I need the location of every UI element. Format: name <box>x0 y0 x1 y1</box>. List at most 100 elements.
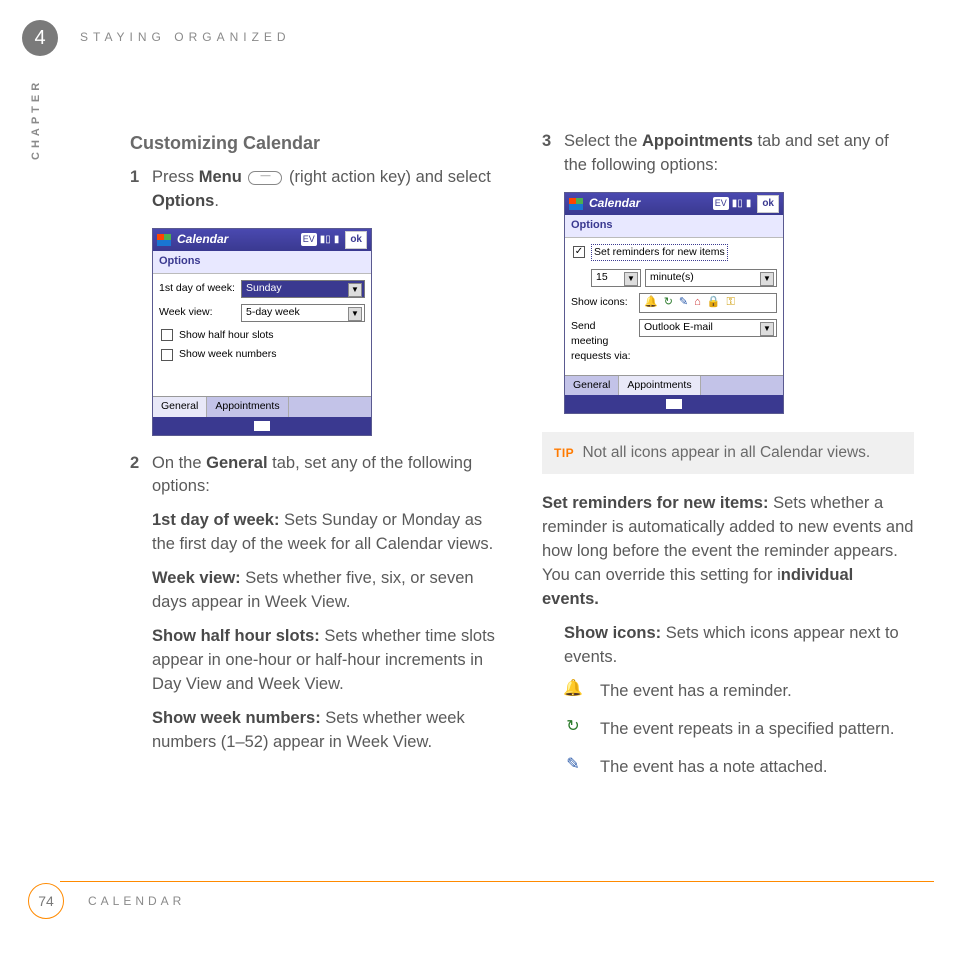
device-footer <box>153 417 371 435</box>
legend-row-repeat: ↻ The event repeats in a specified patte… <box>564 718 914 742</box>
checkbox-icon <box>161 329 173 341</box>
chapter-number-badge: 4 <box>22 20 58 56</box>
row-show-icons: Show icons: 🔔 ↻ ✎ ⌂ 🔒 ⚿ <box>571 293 777 313</box>
check-label: Show week numbers <box>179 347 276 362</box>
check-label: Set reminders for new items <box>591 244 728 261</box>
ev-indicator: EV <box>301 233 317 246</box>
recur-icon: ↻ <box>664 295 673 311</box>
device-titlebar: Calendar EV ▮▯ ▮ ok <box>153 229 371 251</box>
recur-icon: ↻ <box>564 718 582 736</box>
week-view-select[interactable]: 5-day week <box>241 304 365 322</box>
ev-indicator: EV <box>713 197 729 210</box>
send-via-select[interactable]: Outlook E-mail <box>639 319 777 337</box>
text-bold: General <box>206 454 267 472</box>
device-subhead: Options <box>153 251 371 274</box>
reminder-number-select[interactable]: 15 <box>591 269 641 287</box>
reminder-unit-select[interactable]: minute(s) <box>645 269 777 287</box>
text: Select the <box>564 132 642 150</box>
step-body: Select the Appointments tab and set any … <box>564 130 914 178</box>
tab-appointments[interactable]: Appointments <box>619 376 700 395</box>
battery-icon: ▮ <box>334 233 340 248</box>
tab-general[interactable]: General <box>565 376 619 395</box>
device-titlebar: Calendar EV ▮▯ ▮ ok <box>565 193 783 215</box>
tip-label: TIP <box>554 446 574 460</box>
icon-picker[interactable]: 🔔 ↻ ✎ ⌂ 🔒 ⚿ <box>639 293 777 313</box>
page-number-badge: 74 <box>28 883 64 919</box>
option-half-hour: Show half hour slots: Sets whether time … <box>152 625 502 697</box>
keyboard-icon[interactable] <box>666 399 682 409</box>
windows-flag-icon <box>157 234 171 246</box>
windows-flag-icon <box>569 198 583 210</box>
tab-appointments[interactable]: Appointments <box>207 397 288 416</box>
check-half-hour[interactable]: Show half hour slots <box>161 328 365 343</box>
check-week-numbers[interactable]: Show week numbers <box>161 347 365 362</box>
device-status-icons: EV ▮▯ ▮ <box>713 197 752 212</box>
step-3: 3 Select the Appointments tab and set an… <box>542 130 914 178</box>
tip-text: Not all icons appear in all Calendar vie… <box>578 444 870 461</box>
row-week-view: Week view: 5-day week <box>159 304 365 322</box>
text: On the <box>152 454 206 472</box>
step-body: On the General tab, set any of the follo… <box>152 452 502 500</box>
text-bold: Appointments <box>642 132 753 150</box>
tab-general[interactable]: General <box>153 397 207 416</box>
body-label: Set reminders for new items: <box>542 494 768 512</box>
step-body: Press Menu (right action key) and select… <box>152 166 502 214</box>
row-send-requests: Send meeting requests via: Outlook E-mai… <box>571 319 777 365</box>
field-label: Send meeting requests via: <box>571 319 635 365</box>
body-label: Show icons: <box>564 624 661 642</box>
row-reminder-time: 15 minute(s) <box>571 269 777 287</box>
step-2: 2 On the General tab, set any of the fol… <box>130 452 502 500</box>
first-day-select[interactable]: Sunday <box>241 280 365 298</box>
device-tabbar: General Appointments <box>565 375 783 395</box>
text: (right action key) and select <box>284 168 490 186</box>
legend-text: The event has a note attached. <box>600 756 828 780</box>
text: . <box>214 192 219 210</box>
footer-section-label: CALENDAR <box>88 894 185 908</box>
option-label: Week view: <box>152 569 241 587</box>
option-label: 1st day of week: <box>152 511 279 529</box>
check-label: Show half hour slots <box>179 328 274 343</box>
text-bold: Options <box>152 192 214 210</box>
text: Press <box>152 168 199 186</box>
section-heading: Customizing Calendar <box>130 130 502 156</box>
step-number: 2 <box>130 452 152 500</box>
check-set-reminders[interactable]: Set reminders for new items <box>573 244 777 261</box>
content-columns: Customizing Calendar 1 Press Menu (right… <box>130 130 914 864</box>
battery-icon: ▮ <box>746 197 752 212</box>
right-column: 3 Select the Appointments tab and set an… <box>542 130 914 864</box>
ok-button[interactable]: ok <box>345 231 367 250</box>
device-title: Calendar <box>177 231 295 248</box>
text-bold: Menu <box>199 168 242 186</box>
footer-rule <box>60 881 934 882</box>
device-screenshot-appointments: Calendar EV ▮▯ ▮ ok Options Set reminder… <box>564 192 784 414</box>
field-label: Show icons: <box>571 295 635 310</box>
house-icon: ⌂ <box>694 295 701 311</box>
legend-text: The event has a reminder. <box>600 680 792 704</box>
step-number: 3 <box>542 130 564 178</box>
left-column: Customizing Calendar 1 Press Menu (right… <box>130 130 502 864</box>
icon-legend: 🔔 The event has a reminder. ↻ The event … <box>564 680 914 780</box>
body-show-icons: Show icons: Sets which icons appear next… <box>564 622 914 670</box>
option-label: Show half hour slots: <box>152 627 320 645</box>
chapter-subject: STAYING ORGANIZED <box>80 30 291 44</box>
step-1: 1 Press Menu (right action key) and sele… <box>130 166 502 214</box>
lock-icon: 🔒 <box>707 295 721 311</box>
tip-box: TIP Not all icons appear in all Calendar… <box>542 432 914 474</box>
checkbox-icon <box>161 349 173 361</box>
device-status-icons: EV ▮▯ ▮ <box>301 233 340 248</box>
option-week-view: Week view: Sets whether five, six, or se… <box>152 567 502 615</box>
body-set-reminders: Set reminders for new items: Sets whethe… <box>542 492 914 612</box>
bell-icon: 🔔 <box>644 295 658 311</box>
device-body: Set reminders for new items 15 minute(s)… <box>565 238 783 375</box>
menu-key-icon <box>248 171 282 185</box>
chapter-number: 4 <box>34 27 45 50</box>
bell-icon: 🔔 <box>564 680 582 698</box>
device-body: 1st day of week: Sunday Week view: 5-day… <box>153 274 371 396</box>
ok-button[interactable]: ok <box>757 195 779 214</box>
keyboard-icon[interactable] <box>254 421 270 431</box>
step-number: 1 <box>130 166 152 214</box>
legend-row-reminder: 🔔 The event has a reminder. <box>564 680 914 704</box>
option-1st-day: 1st day of week: Sets Sunday or Monday a… <box>152 509 502 557</box>
field-label: 1st day of week: <box>159 281 237 296</box>
checkbox-checked-icon <box>573 246 585 258</box>
